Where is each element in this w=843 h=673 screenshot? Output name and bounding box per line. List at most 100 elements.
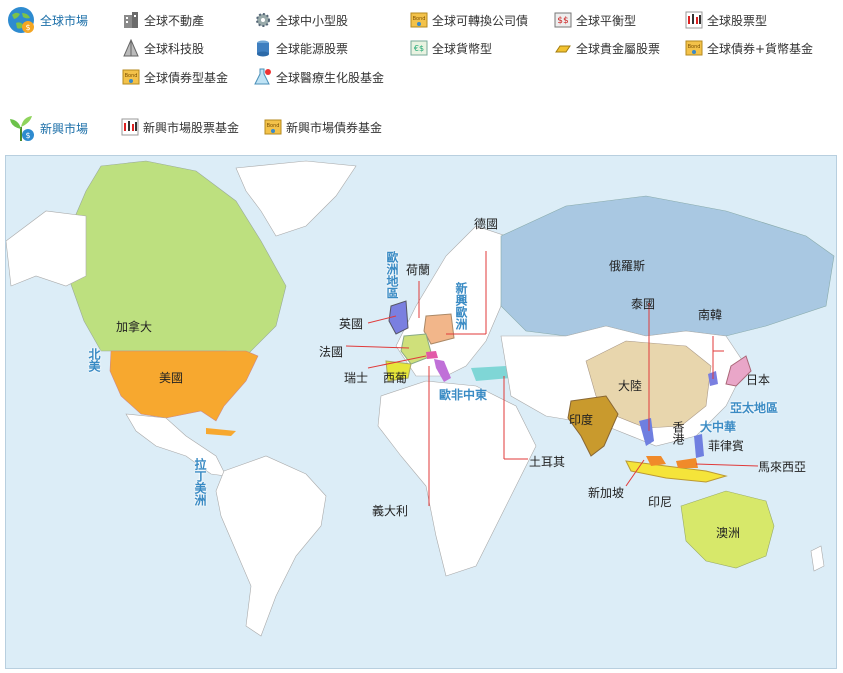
germany-shape[interactable] xyxy=(423,313,455,345)
link-global-real-estate[interactable]: 全球不動產 xyxy=(122,11,204,29)
svg-text:Bond: Bond xyxy=(688,44,701,50)
country-russia[interactable]: 俄羅斯 xyxy=(609,257,645,274)
emerging-market-title: 新興市場 xyxy=(40,121,89,136)
link-label: 全球債券+貨幣基金 xyxy=(707,41,814,56)
globe-icon: $ xyxy=(8,7,34,33)
link-label: 全球醫療生化股基金 xyxy=(276,70,385,85)
link-label: 全球平衡型 xyxy=(576,13,637,28)
svg-text:Bond: Bond xyxy=(413,16,426,22)
country-malaysia[interactable]: 馬來西亞 xyxy=(758,458,806,475)
greenland-shape xyxy=(235,160,357,237)
country-turkey[interactable]: 土耳其 xyxy=(529,453,565,470)
philippines-shape[interactable] xyxy=(694,434,704,458)
country-india[interactable]: 印度 xyxy=(569,411,593,428)
country-switzerland[interactable]: 瑞士 xyxy=(344,369,368,386)
country-philippines[interactable]: 菲律賓 xyxy=(708,437,744,454)
country-singapore[interactable]: 新加坡 xyxy=(588,484,624,501)
region-europe[interactable]: 歐洲地區 xyxy=(384,251,401,299)
page: $ 全球市場 全球不動產 全球中小型股 Bond 全球可轉換公司債 $$ 全球平… xyxy=(0,0,843,673)
link-label: 全球不動產 xyxy=(144,13,205,28)
currency-icon: €$ xyxy=(410,40,428,56)
region-greater-china[interactable]: 大中華 xyxy=(700,418,736,435)
region-asia-pacific[interactable]: 亞太地區 xyxy=(730,399,778,416)
candlestick-icon xyxy=(121,118,139,136)
alaska-shape xyxy=(6,210,87,287)
country-australia[interactable]: 澳洲 xyxy=(716,524,740,541)
country-hong-kong[interactable]: 香港 xyxy=(670,421,687,445)
link-global-currency[interactable]: €$ 全球貨幣型 xyxy=(410,39,492,57)
svg-text:$$: $$ xyxy=(557,16,568,26)
link-label: 全球貨幣型 xyxy=(432,41,493,56)
bond-icon: Bond xyxy=(122,69,140,85)
link-label: 新興市場債券基金 xyxy=(286,120,383,135)
region-latin-america[interactable]: 拉丁美洲 xyxy=(192,458,209,506)
link-label: 全球債券型基金 xyxy=(144,70,229,85)
bond-icon: Bond xyxy=(685,40,703,56)
tech-icon xyxy=(123,39,139,57)
link-global-bond-fund[interactable]: Bond 全球債券型基金 xyxy=(122,68,228,86)
country-japan[interactable]: 日本 xyxy=(746,371,770,388)
svg-text:$: $ xyxy=(25,131,30,140)
africa-shape xyxy=(377,380,537,577)
svg-text:Bond: Bond xyxy=(267,123,280,129)
country-uk[interactable]: 英國 xyxy=(339,315,363,332)
new-zealand-shape xyxy=(810,545,825,572)
country-france[interactable]: 法國 xyxy=(319,343,343,360)
link-global-healthcare-biotech[interactable]: 全球醫療生化股基金 xyxy=(254,68,384,86)
candlestick-icon xyxy=(685,11,703,29)
emerging-market-header[interactable]: $ 新興市場 xyxy=(6,113,88,143)
link-label: 全球能源股票 xyxy=(276,41,349,56)
country-indonesia[interactable]: 印尼 xyxy=(648,493,672,510)
region-north-america[interactable]: 北美 xyxy=(86,348,103,372)
link-global-balanced[interactable]: $$ 全球平衡型 xyxy=(554,11,636,29)
country-thailand[interactable]: 泰國 xyxy=(631,295,655,312)
link-label: 新興市場股票基金 xyxy=(143,120,240,135)
balance-icon: $$ xyxy=(554,12,572,28)
country-italy[interactable]: 義大利 xyxy=(372,502,408,519)
country-usa[interactable]: 美國 xyxy=(159,369,183,386)
central-america-shape xyxy=(125,413,227,477)
region-emerging-europe[interactable]: 新興歐洲 xyxy=(453,282,470,330)
link-label: 全球可轉換公司債 xyxy=(432,13,529,28)
link-label: 全球科技股 xyxy=(144,41,205,56)
link-global-convertible-bond[interactable]: Bond 全球可轉換公司債 xyxy=(410,11,528,29)
svg-text:Bond: Bond xyxy=(125,73,138,79)
sprout-icon: $ xyxy=(10,116,34,141)
world-map-canvas xyxy=(6,160,835,637)
svg-text:$: $ xyxy=(25,23,30,32)
global-market-title: 全球市場 xyxy=(40,13,89,28)
flask-icon xyxy=(254,68,271,85)
barrel-icon xyxy=(257,40,269,57)
gear-icon xyxy=(256,13,270,27)
link-emerging-bond[interactable]: Bond 新興市場債券基金 xyxy=(264,118,382,136)
region-europe-middle-east-africa[interactable]: 歐非中東 xyxy=(439,386,487,403)
country-spain-portugal[interactable]: 西葡 xyxy=(383,369,407,386)
link-global-equity[interactable]: 全球股票型 xyxy=(685,11,767,29)
turkey-shape[interactable] xyxy=(471,366,511,381)
link-global-technology[interactable]: 全球科技股 xyxy=(122,39,204,57)
svg-text:€$: €$ xyxy=(414,44,424,53)
link-global-energy[interactable]: 全球能源股票 xyxy=(254,39,348,57)
country-canada[interactable]: 加拿大 xyxy=(116,318,152,335)
bond-icon: Bond xyxy=(264,119,282,135)
link-label: 全球貴金屬股票 xyxy=(576,41,661,56)
switzerland-shape[interactable] xyxy=(426,351,438,359)
country-korea[interactable]: 南韓 xyxy=(698,306,722,323)
global-market-header[interactable]: $ 全球市場 xyxy=(6,5,88,35)
russia-shape[interactable] xyxy=(500,195,835,337)
bond-icon: Bond xyxy=(410,12,428,28)
link-label: 全球中小型股 xyxy=(276,13,349,28)
building-icon xyxy=(124,12,138,28)
country-china[interactable]: 大陸 xyxy=(618,377,642,394)
country-netherlands[interactable]: 荷蘭 xyxy=(406,261,430,278)
link-global-bond-money[interactable]: Bond 全球債券+貨幣基金 xyxy=(685,39,813,57)
link-global-precious-metals[interactable]: 全球貴金屬股票 xyxy=(554,39,660,57)
country-germany[interactable]: 德國 xyxy=(474,215,498,232)
link-label: 全球股票型 xyxy=(707,13,768,28)
world-map: 北美 拉丁美洲 歐洲地區 新興歐洲 歐非中東 亞太地區 大中華 加拿大 美國 荷… xyxy=(5,155,837,669)
usa-shape[interactable] xyxy=(109,350,259,422)
link-emerging-equity[interactable]: 新興市場股票基金 xyxy=(121,118,239,136)
gold-bar-icon xyxy=(555,45,571,53)
link-global-small-mid-cap[interactable]: 全球中小型股 xyxy=(254,11,348,29)
south-america-shape xyxy=(215,455,327,637)
